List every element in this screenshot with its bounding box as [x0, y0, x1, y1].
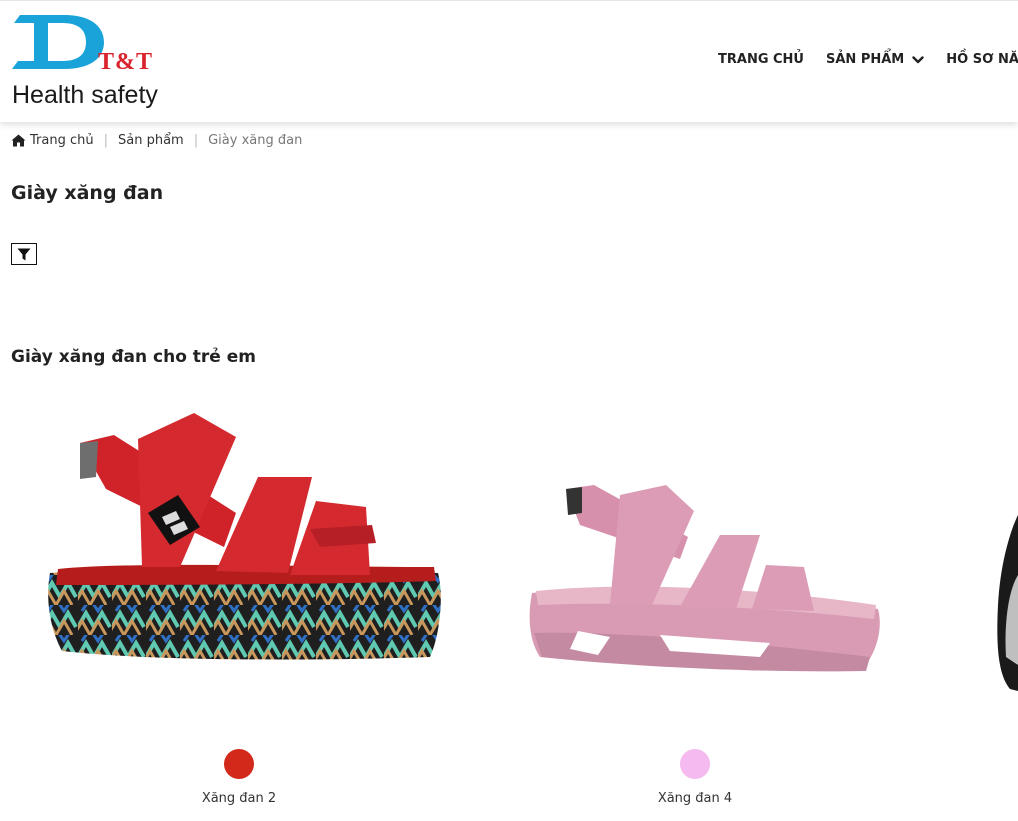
nav-item-profile[interactable]: HỒ SƠ NĂNG — [946, 52, 1018, 67]
breadcrumb-separator: | — [103, 133, 108, 148]
breadcrumb: Trang chủ | Sản phẩm | Giày xăng đan — [11, 133, 302, 148]
filter-button[interactable] — [11, 243, 37, 265]
breadcrumb-products[interactable]: Sản phẩm — [118, 133, 184, 148]
product-image-pink-sandal[interactable] — [470, 395, 930, 725]
product-name[interactable]: Xăng đan 4 — [595, 791, 795, 806]
chevron-down-icon[interactable] — [912, 55, 924, 65]
breadcrumb-separator: | — [193, 133, 199, 148]
product-card[interactable]: Xăng đan 4 — [470, 395, 930, 821]
breadcrumb-home-label: Trang chủ — [30, 133, 94, 148]
nav-item-home[interactable]: TRANG CHỦ — [718, 52, 804, 67]
nav-item-label: HỒ SƠ NĂNG — [946, 52, 1018, 67]
color-swatch[interactable] — [680, 749, 710, 779]
logo-tt-text: T&T — [98, 49, 154, 75]
nav-item-label: SẢN PHẨM — [826, 52, 905, 67]
color-swatch[interactable] — [224, 749, 254, 779]
nav-item-products[interactable]: SẢN PHẨM — [826, 52, 924, 67]
page-title: Giày xăng đan — [11, 182, 164, 204]
main-nav: TRANG CHỦ SẢN PHẨM HỒ SƠ NĂNG — [718, 52, 1018, 67]
site-header: T&T Health safety TRANG CHỦ SẢN PHẨM HỒ … — [0, 0, 1018, 122]
product-image-red-sandal[interactable] — [10, 395, 470, 725]
product-card[interactable]: Xăng đan 2 — [10, 395, 470, 821]
logo-tagline: Health safety — [12, 81, 158, 109]
site-logo[interactable]: T&T Health safety — [12, 11, 172, 111]
section-title: Giày xăng đan cho trẻ em — [11, 347, 256, 367]
breadcrumb-current: Giày xăng đan — [208, 133, 303, 148]
home-icon — [11, 134, 26, 147]
filter-icon — [17, 248, 31, 260]
breadcrumb-home[interactable]: Trang chủ — [11, 133, 94, 148]
product-card[interactable] — [940, 395, 1018, 821]
logo-d-mark — [12, 15, 104, 69]
product-name[interactable]: Xăng đan 2 — [139, 791, 339, 806]
nav-item-label: TRANG CHỦ — [718, 52, 804, 67]
product-image-partial[interactable] — [940, 395, 1018, 725]
